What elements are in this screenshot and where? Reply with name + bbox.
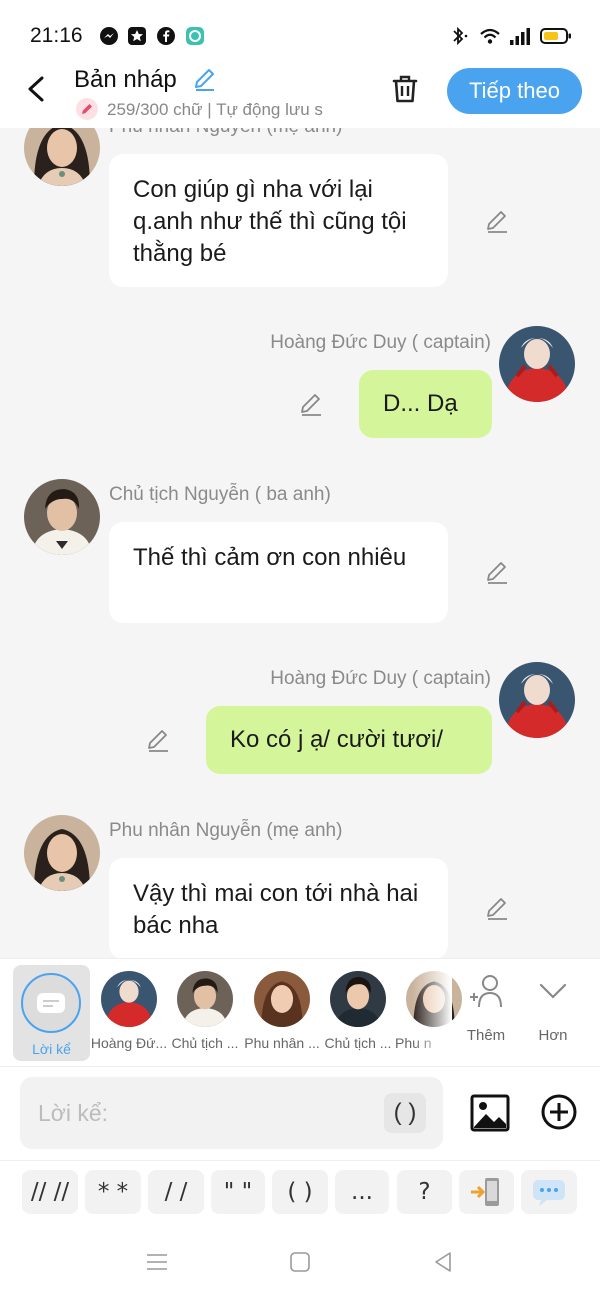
character-avatar[interactable] (101, 971, 157, 1027)
trash-icon[interactable] (388, 72, 422, 106)
menu-icon[interactable] (145, 1250, 169, 1274)
edit-message-icon[interactable] (483, 207, 511, 235)
young-man-avatar-icon (330, 971, 386, 1027)
message-bubble[interactable]: Thế thì cảm ơn con nhiêu (109, 522, 448, 623)
edit-message-icon[interactable] (483, 894, 511, 922)
more-label[interactable]: Hơn (523, 1027, 583, 1044)
format-toolbar: // // * * / / " " ( ) ... ? (0, 1160, 600, 1222)
character-selector: Lời kể Hoàng Đứ... Chủ tịch ... Phu nhân… (0, 958, 600, 1067)
message-sender-name: Hoàng Đức Duy ( captain) (270, 668, 491, 689)
edit-message-icon[interactable] (297, 390, 325, 418)
image-icon[interactable] (470, 1093, 510, 1133)
woman-avatar-icon (24, 815, 100, 891)
add-character-label[interactable]: Thêm (456, 1027, 516, 1044)
man-avatar-icon (177, 971, 233, 1027)
chat-bubble-icon (533, 1180, 565, 1206)
add-character-icon[interactable] (467, 971, 507, 1011)
character-label: Phu nhân ... (244, 1035, 320, 1051)
avatar-woman[interactable] (24, 815, 100, 891)
avatar-red-hoodie[interactable] (499, 326, 575, 402)
back-triangle-icon[interactable] (431, 1250, 455, 1274)
next-button[interactable]: Tiếp theo (447, 68, 582, 114)
message-bubble[interactable]: D... Dạ (359, 370, 492, 438)
narration-tab[interactable]: Lời kể (13, 965, 90, 1061)
paren-button[interactable]: ( ) (384, 1093, 426, 1133)
chat-area[interactable]: Phu nhân Nguyễn (mẹ anh) Con giúp gì nha… (0, 128, 600, 958)
format-paren-button[interactable]: ( ) (272, 1170, 328, 1214)
format-quote-button[interactable]: " " (211, 1170, 265, 1214)
add-icon[interactable] (540, 1093, 578, 1131)
chevron-down-icon[interactable] (533, 971, 573, 1011)
message-sender-name: Phu nhân Nguyễn (mẹ anh) (109, 128, 342, 138)
page-title: Bản nháp (74, 66, 177, 93)
format-slash-button[interactable]: / / (148, 1170, 204, 1214)
narration-input[interactable] (20, 1077, 443, 1149)
red-hoodie-avatar-icon (101, 971, 157, 1027)
character-avatar[interactable] (254, 971, 310, 1027)
woman-avatar-icon (254, 971, 310, 1027)
avatar-red-hoodie[interactable] (499, 662, 575, 738)
man-avatar-icon (24, 479, 100, 555)
character-avatar[interactable] (177, 971, 233, 1027)
character-label: Hoàng Đứ... (90, 1035, 168, 1051)
narration-label: Lời kể (32, 1041, 71, 1057)
character-label: Chủ tịch ... (324, 1035, 392, 1051)
messenger-icon (100, 27, 118, 45)
woman-avatar-icon (24, 128, 100, 186)
format-question-button[interactable]: ? (397, 1170, 452, 1214)
format-double-slash-button[interactable]: // // (22, 1170, 78, 1214)
status-time: 21:16 (30, 24, 83, 47)
narration-icon (37, 993, 65, 1013)
pencil-icon (82, 104, 92, 114)
avatar-woman[interactable] (24, 128, 100, 186)
red-hoodie-avatar-icon (499, 326, 575, 402)
word-count-autosave: 259/300 chữ | Tự động lưu s (107, 100, 323, 119)
edit-message-icon[interactable] (144, 726, 172, 754)
home-icon[interactable] (288, 1250, 312, 1274)
status-bar: 21:16 (0, 0, 600, 62)
narration-avatar (21, 973, 81, 1033)
signal-icon (510, 28, 530, 45)
message-bubble[interactable]: Vậy thì mai con tới nhà hai bác nha (109, 858, 448, 958)
scroll-fade (412, 959, 452, 1067)
edit-message-icon[interactable] (483, 558, 511, 586)
red-hoodie-avatar-icon (499, 662, 575, 738)
character-label: Chủ tịch ... (171, 1035, 239, 1051)
format-asterisk-button[interactable]: * * (85, 1170, 141, 1214)
word-count-badge (76, 98, 98, 120)
format-ellipsis-button[interactable]: ... (335, 1170, 389, 1214)
message-sender-name: Chủ tịch Nguyễn ( ba anh) (109, 484, 331, 505)
message-bubble[interactable]: Ko có j ạ/ cười tươi/ (206, 706, 492, 774)
avatar-man[interactable] (24, 479, 100, 555)
message-sender-name: Phu nhân Nguyễn (mẹ anh) (109, 820, 343, 841)
character-avatar[interactable] (330, 971, 386, 1027)
edit-title-icon[interactable] (192, 66, 218, 92)
chat-app-icon (186, 27, 204, 45)
star-app-icon (128, 27, 146, 45)
message-sender-name: Hoàng Đức Duy ( captain) (270, 332, 491, 353)
phone-transfer-icon (471, 1178, 499, 1206)
message-bubble[interactable]: Con giúp gì nha với lại q.anh như thế th… (109, 154, 448, 287)
wifi-icon (480, 28, 500, 44)
system-nav-bar (0, 1222, 600, 1300)
facebook-icon (157, 27, 175, 45)
header: Bản nháp 259/300 chữ | Tự động lưu s Tiế… (0, 62, 600, 128)
chat-bubble-button[interactable] (521, 1170, 577, 1214)
phone-transfer-button[interactable] (459, 1170, 514, 1214)
battery-icon (540, 28, 571, 44)
input-bar: ( ) (0, 1066, 600, 1160)
back-arrow-icon[interactable] (24, 74, 52, 104)
bluetooth-icon (453, 26, 468, 46)
